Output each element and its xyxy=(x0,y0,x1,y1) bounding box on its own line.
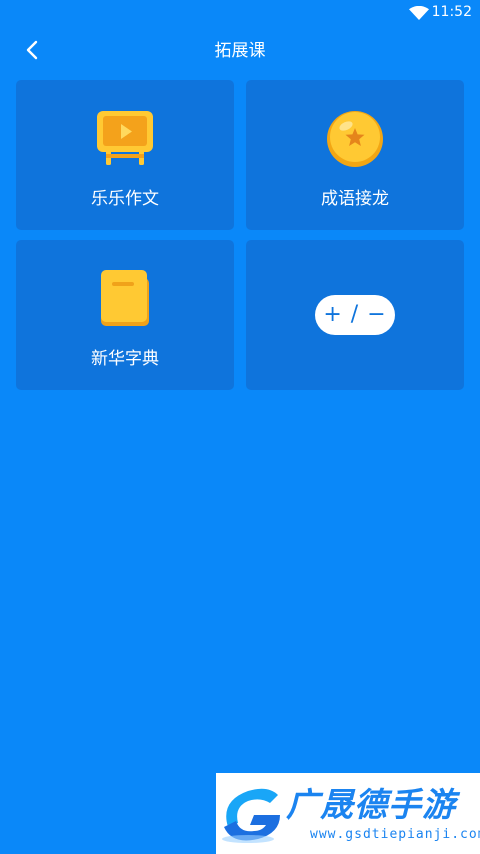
add-remove-card[interactable]: + / − xyxy=(246,240,464,390)
watermark-url: www.gsdtiepianji.com xyxy=(310,827,480,842)
course-card-idioms[interactable]: 成语接龙 xyxy=(246,80,464,230)
course-label: 成语接龙 xyxy=(321,189,389,209)
course-card-dictionary[interactable]: 新华字典 xyxy=(16,240,234,390)
book-icon xyxy=(99,270,151,332)
course-label: 乐乐作文 xyxy=(91,189,159,209)
page-title: 拓展课 xyxy=(214,41,266,61)
wifi-icon xyxy=(409,5,429,20)
course-card-composition[interactable]: 乐乐作文 xyxy=(16,80,234,230)
course-label: 新华字典 xyxy=(91,349,159,369)
status-time: 11:52 xyxy=(431,4,472,20)
add-remove-button[interactable]: + / − xyxy=(315,295,395,335)
dragon-ball-icon xyxy=(326,110,384,172)
app-bar: 拓展课 xyxy=(0,24,480,80)
status-bar: 11:52 xyxy=(0,0,480,24)
tv-easel-icon xyxy=(97,110,153,170)
watermark-name: 广晟德手游 xyxy=(286,785,456,824)
watermark: 广晟德手游 www.gsdtiepianji.com xyxy=(216,773,480,854)
g-logo-icon xyxy=(218,781,284,847)
